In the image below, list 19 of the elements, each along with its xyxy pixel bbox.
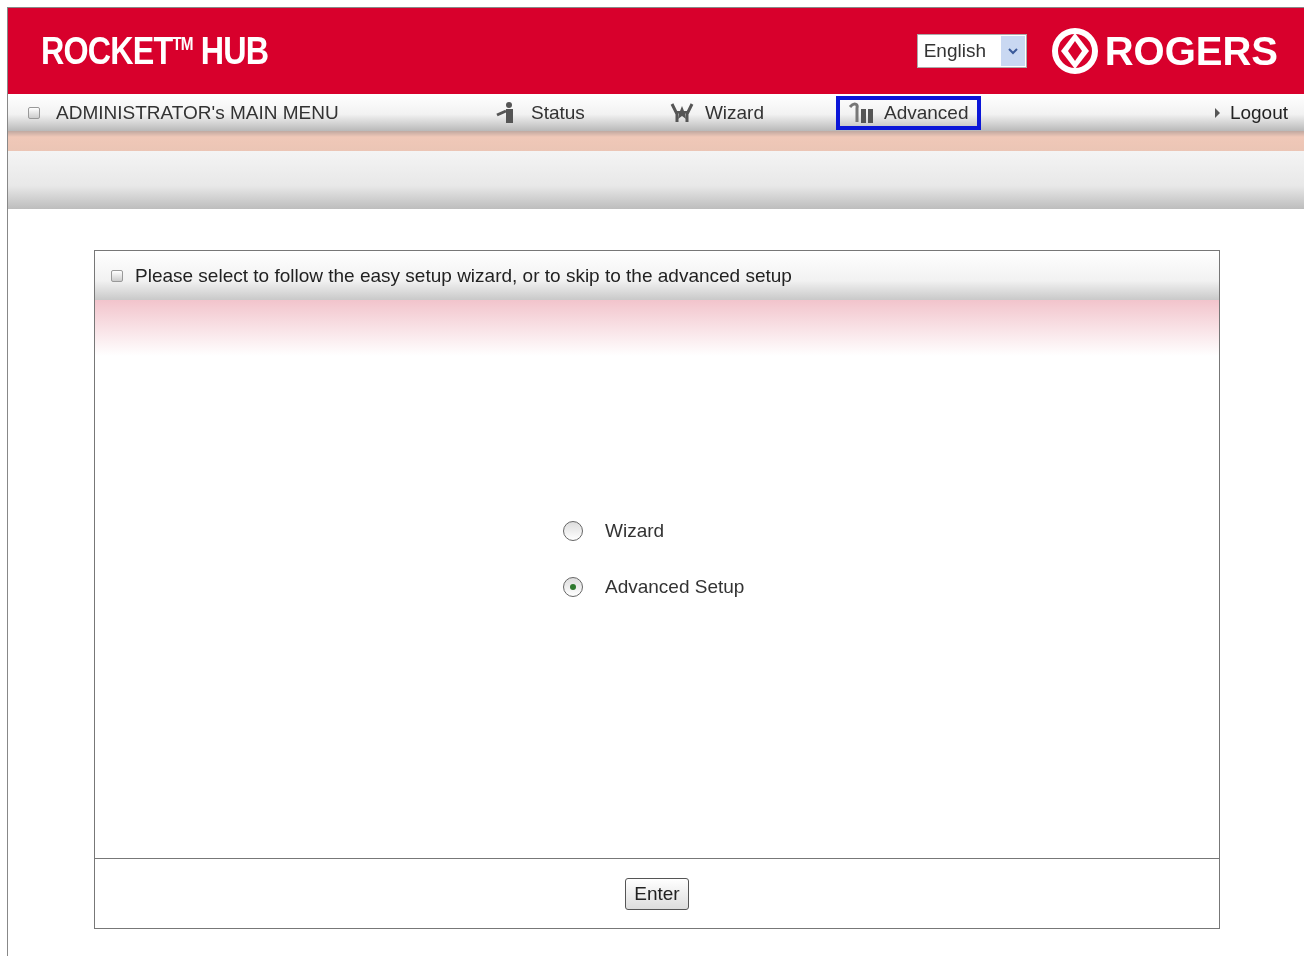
menu-item[interactable]: Advanced [836,95,981,130]
enter-button[interactable]: Enter [625,877,689,910]
menu-item[interactable]: Status [483,95,597,130]
menu-title: ADMINISTRATOR's MAIN MENU [56,101,339,124]
wizard-icon [668,101,695,124]
logout-link[interactable]: Logout [1214,101,1288,124]
brand-logo: ROGERS [1104,28,1278,74]
product-logo: ROCKET$^{TM}$ HUB [41,29,269,73]
option-label: Advanced Setup [605,576,745,598]
tools-icon [848,101,874,124]
language-select[interactable]: English [916,34,1027,68]
bullet-icon [28,106,40,119]
panel-title: Please select to follow the easy setup wizard, or to skip to the advanced setup [135,264,792,287]
menu-item[interactable]: Wizard [656,95,776,130]
option-label: Wizard [605,520,665,542]
radio-button[interactable] [563,577,583,597]
caret-icon [1214,107,1220,118]
bullet-icon [111,269,123,282]
radio-button[interactable] [563,521,583,541]
